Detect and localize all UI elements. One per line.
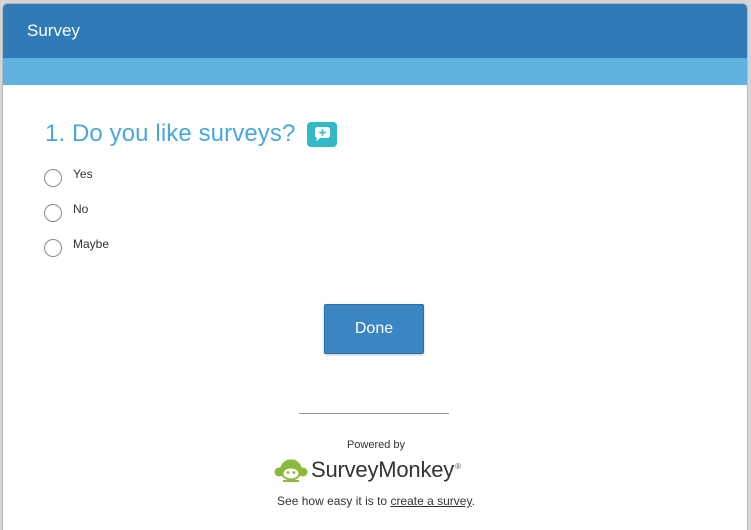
radio-maybe[interactable] bbox=[44, 239, 62, 257]
comment-plus-icon[interactable] bbox=[307, 122, 338, 147]
answer-options: Yes No Maybe bbox=[44, 166, 109, 271]
registered-mark: ® bbox=[455, 462, 462, 471]
create-survey-link[interactable]: create a survey bbox=[390, 494, 471, 508]
survey-window: Survey 1. Do you like surveys? Yes No Ma… bbox=[2, 3, 748, 530]
survey-title: Survey bbox=[27, 21, 80, 40]
question-1: 1. Do you like surveys? bbox=[45, 120, 338, 148]
option-maybe[interactable]: Maybe bbox=[44, 236, 109, 271]
option-label-yes[interactable]: Yes bbox=[73, 167, 93, 181]
powered-by-text: Powered by bbox=[346, 439, 406, 451]
radio-no[interactable] bbox=[44, 204, 62, 222]
question-title: 1. Do you like surveys? bbox=[45, 120, 296, 147]
option-label-maybe[interactable]: Maybe bbox=[73, 237, 109, 251]
option-label-no[interactable]: No bbox=[73, 202, 88, 216]
option-no[interactable]: No bbox=[44, 201, 109, 236]
brand-name: SurveyMonkey bbox=[311, 457, 455, 482]
tagline-prefix: See how easy it is to bbox=[277, 494, 391, 508]
surveymonkey-logo-icon bbox=[273, 458, 309, 482]
footer-divider bbox=[299, 413, 449, 414]
progress-subbar bbox=[3, 58, 747, 85]
surveymonkey-brand[interactable]: SurveyMonkey ® bbox=[273, 457, 461, 483]
radio-yes[interactable] bbox=[44, 169, 62, 187]
done-button[interactable]: Done bbox=[324, 304, 424, 354]
tagline-suffix: . bbox=[471, 494, 475, 508]
tagline: See how easy it is to create a survey. bbox=[3, 494, 747, 508]
survey-header: Survey bbox=[3, 4, 747, 58]
option-yes[interactable]: Yes bbox=[44, 166, 109, 201]
